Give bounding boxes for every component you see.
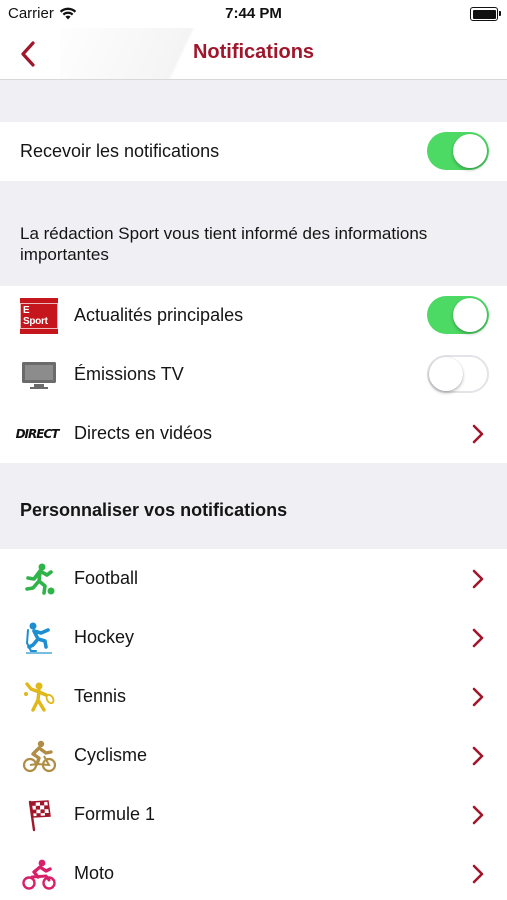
cycling-icon bbox=[20, 737, 58, 775]
chevron-right-icon bbox=[472, 424, 484, 443]
hockey-icon bbox=[20, 619, 58, 657]
chevron-right-icon bbox=[472, 628, 484, 647]
main-news-label: Actualités principales bbox=[74, 305, 244, 325]
football-icon bbox=[20, 560, 58, 598]
e-sport-logo-icon: E Sport bbox=[20, 297, 58, 335]
sport-row-tennis[interactable]: Tennis bbox=[0, 667, 507, 726]
chevron-right-icon bbox=[472, 687, 484, 706]
sport-label: Hockey bbox=[74, 627, 135, 647]
receive-notifications-label: Recevoir les notifications bbox=[20, 141, 220, 161]
info-header: La rédaction Sport vous tient informé de… bbox=[20, 224, 428, 264]
battery-icon bbox=[470, 7, 501, 21]
receive-notifications-row: Recevoir les notifications bbox=[0, 122, 507, 181]
tv-shows-toggle[interactable] bbox=[427, 355, 489, 393]
sport-row-cycling[interactable]: Cyclisme bbox=[0, 726, 507, 785]
direct-logo-icon: DIRECT bbox=[15, 426, 60, 441]
tv-icon bbox=[20, 356, 58, 394]
live-videos-row[interactable]: DIRECT Directs en vidéos bbox=[0, 404, 507, 463]
personalize-header: Personnaliser vos notifications bbox=[20, 500, 288, 520]
tv-shows-label: Émissions TV bbox=[74, 364, 184, 384]
chevron-right-icon bbox=[472, 805, 484, 824]
navigation-bar: Notifications bbox=[0, 28, 507, 80]
main-news-row: E Sport Actualités principales bbox=[0, 286, 507, 345]
sport-label: Moto bbox=[74, 863, 115, 883]
tv-shows-row: Émissions TV bbox=[0, 345, 507, 404]
tennis-icon bbox=[20, 678, 58, 716]
sport-label: Cyclisme bbox=[74, 745, 148, 765]
sport-label: Football bbox=[74, 568, 139, 588]
sport-row-moto[interactable]: Moto bbox=[0, 844, 507, 900]
status-time: 7:44 PM bbox=[225, 5, 282, 22]
chevron-right-icon bbox=[472, 864, 484, 883]
live-videos-label: Directs en vidéos bbox=[74, 423, 213, 443]
sport-row-hockey[interactable]: Hockey bbox=[0, 608, 507, 667]
sport-label: Tennis bbox=[74, 686, 127, 706]
status-bar: Carrier 7:44 PM bbox=[0, 0, 507, 28]
chevron-right-icon bbox=[472, 569, 484, 588]
page-title: Notifications bbox=[192, 41, 315, 63]
motorbike-icon bbox=[20, 855, 58, 893]
sport-label: Formule 1 bbox=[74, 804, 156, 824]
formula1-flag-icon bbox=[20, 796, 58, 834]
sport-row-formula1[interactable]: Formule 1 bbox=[0, 785, 507, 844]
receive-notifications-toggle[interactable] bbox=[427, 132, 489, 170]
chevron-right-icon bbox=[472, 746, 484, 765]
main-news-toggle[interactable] bbox=[427, 296, 489, 334]
sport-row-football[interactable]: Football bbox=[0, 549, 507, 608]
